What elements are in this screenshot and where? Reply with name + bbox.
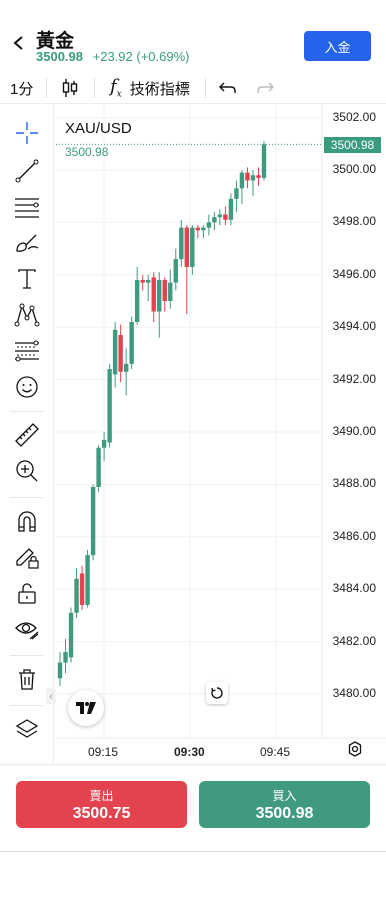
indicators-label: 技術指標 — [129, 80, 190, 98]
candle-body — [206, 222, 212, 228]
candle-body — [74, 578, 79, 613]
candle-body — [217, 214, 223, 218]
candle-body — [101, 439, 107, 448]
price-change: +23.92 (+0.69%) — [92, 49, 190, 64]
candle-body — [79, 573, 85, 605]
indicators-button[interactable]: fx 技術指標 — [110, 72, 190, 104]
trade-panel: 賣出 3500.75 買入 3500.98 — [0, 764, 386, 852]
emoji-icon[interactable] — [12, 372, 42, 402]
magnet-icon[interactable] — [12, 506, 42, 536]
candle-body — [123, 363, 129, 372]
tradingview-logo — [68, 690, 104, 726]
y-tick-label: 3490.00 — [332, 424, 376, 438]
undo-icon[interactable] — [219, 72, 237, 104]
deposit-button[interactable]: 入金 — [304, 31, 371, 61]
settings-gear-icon[interactable] — [346, 740, 364, 758]
y-tick-label: 3484.00 — [332, 581, 376, 596]
x-tick-label: 09:30 — [174, 745, 205, 759]
unlock-icon[interactable] — [12, 578, 42, 608]
candle-body — [134, 280, 140, 322]
hide-drawings-icon[interactable] — [12, 614, 42, 644]
x-tick-label: 09:45 — [260, 745, 291, 759]
candle-body — [63, 652, 68, 663]
candle-body — [112, 329, 118, 375]
y-tick-label: 3494.00 — [332, 319, 376, 334]
chart-symbol-price: 3500.98 — [65, 145, 109, 159]
candle-body — [157, 280, 162, 312]
buy-price: 3500.98 — [255, 804, 314, 822]
y-tick-label: 3486.00 — [332, 528, 376, 543]
y-tick-label: 3496.00 — [332, 266, 376, 281]
y-tick-label: 3498.00 — [332, 214, 376, 229]
interval-selector[interactable]: 1分 — [10, 72, 33, 104]
y-tick-label: 3502.00 — [332, 109, 376, 124]
candle-body — [85, 555, 90, 605]
layers-icon[interactable] — [12, 714, 42, 744]
candle-body — [261, 144, 267, 178]
price-line: 3500.98 +23.92 (+0.69%) — [36, 49, 189, 64]
candle-body — [118, 335, 123, 372]
candle-body — [140, 280, 145, 283]
sell-button[interactable]: 賣出 3500.75 — [16, 781, 187, 828]
candle-body — [146, 280, 151, 283]
x-tick-label: 09:15 — [88, 745, 119, 759]
candle-body — [256, 175, 261, 178]
candle-body — [190, 227, 195, 267]
candle-body — [107, 369, 112, 443]
last-price-tag: 3500.98 — [324, 137, 381, 153]
candle-body — [195, 227, 201, 231]
ruler-icon[interactable] — [12, 420, 42, 450]
lock-drawing-icon[interactable] — [12, 542, 42, 572]
drawing-toolbar — [0, 104, 54, 764]
y-tick-label: 3488.00 — [332, 476, 376, 491]
candle-body — [68, 612, 74, 658]
candle-body — [151, 277, 156, 312]
candle-body — [228, 198, 234, 220]
back-arrow-icon[interactable] — [12, 36, 26, 50]
candle-body — [162, 280, 167, 301]
candle-body — [212, 217, 217, 223]
fib-retracement-icon[interactable] — [12, 336, 42, 366]
candle-body — [223, 214, 228, 220]
text-tool-icon[interactable] — [12, 264, 42, 294]
y-tick-label: 3492.00 — [332, 371, 376, 386]
trash-icon[interactable] — [12, 664, 42, 694]
candle-body — [96, 447, 101, 488]
horizontal-lines-icon[interactable] — [12, 192, 42, 222]
candle-body — [129, 321, 134, 364]
buy-label: 買入 — [272, 788, 297, 803]
chart-symbol: XAU/USD — [65, 120, 132, 137]
candle-body — [57, 662, 63, 679]
candle-body — [179, 227, 184, 260]
redo-icon[interactable] — [256, 72, 274, 104]
candle-body — [239, 172, 245, 189]
candle-body — [184, 227, 190, 267]
candle-body — [90, 487, 96, 556]
y-tick-label: 3482.00 — [332, 633, 376, 648]
candle-body — [201, 227, 206, 231]
candle-body — [173, 259, 178, 283]
reset-chart-icon[interactable] — [206, 682, 228, 704]
trend-line-icon[interactable] — [12, 156, 42, 186]
current-price: 3500.98 — [36, 49, 83, 64]
crosshair-icon[interactable] — [12, 118, 42, 148]
candle-body — [168, 282, 173, 301]
function-icon: fx — [110, 76, 122, 100]
buy-button[interactable]: 買入 3500.98 — [199, 781, 370, 828]
zoom-in-icon[interactable] — [12, 456, 42, 486]
chart-type-icon[interactable] — [62, 72, 78, 104]
candle-body — [234, 188, 239, 199]
candle-body — [245, 172, 250, 181]
y-tick-label: 3500.00 — [332, 162, 376, 176]
chart-toolbar: 1分 fx 技術指標 — [0, 72, 386, 104]
candle-body — [250, 175, 256, 181]
pattern-tool-icon[interactable] — [12, 300, 42, 330]
sell-label: 賣出 — [89, 788, 114, 803]
sell-price: 3500.75 — [72, 804, 131, 822]
y-tick-label: 3480.00 — [332, 686, 376, 700]
header: 黃金 3500.98 +23.92 (+0.69%) 入金 — [0, 0, 386, 72]
brush-icon[interactable] — [12, 228, 42, 258]
